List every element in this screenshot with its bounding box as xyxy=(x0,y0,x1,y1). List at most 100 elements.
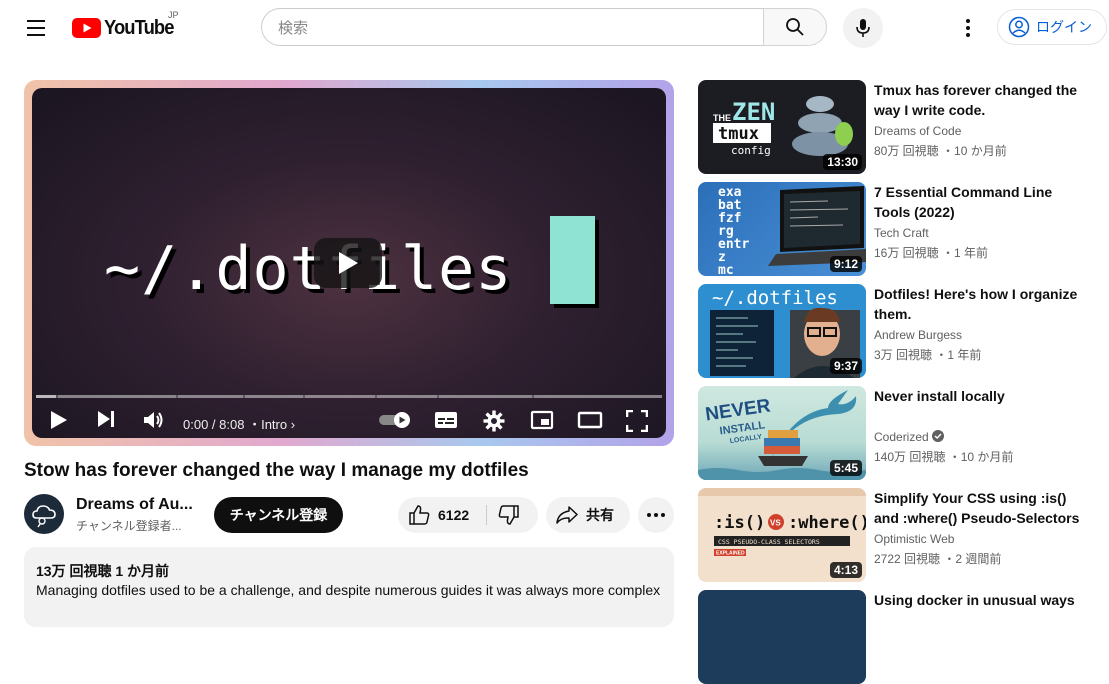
microphone-icon xyxy=(856,19,870,37)
play-button[interactable] xyxy=(50,410,68,430)
volume-button[interactable] xyxy=(143,410,165,430)
related-title[interactable]: Dotfiles! Here's how I organize them. xyxy=(874,284,1084,324)
duration-badge: 9:37 xyxy=(829,358,862,374)
player-controls: 0:00 / 8:08 ・Intro › xyxy=(36,404,662,440)
video-thumbnail[interactable]: ~/.dotfiles 9:37 xyxy=(698,284,866,378)
video-player[interactable]: ~/.dotfiles xyxy=(32,88,666,438)
video-overlay-text: ~/.dotfiles xyxy=(104,234,513,304)
related-meta: 140万 回視聴 ・10 か月前 xyxy=(874,450,1014,464)
thumb-text: CSS PSEUDO-CLASS SELECTORS xyxy=(718,538,820,546)
related-video[interactable]: NEVER INSTALL LOCALLY 5:45 Never install… xyxy=(698,386,1098,480)
search-input[interactable]: 検索 xyxy=(261,8,763,46)
description-box[interactable]: 13万 回視聴 1 か月前 Managing dotfiles used to … xyxy=(24,547,674,627)
svg-text:mc: mc xyxy=(718,263,734,276)
related-channel-name[interactable]: Coderized xyxy=(874,430,929,444)
related-title[interactable]: Tmux has forever changed the way I write… xyxy=(874,80,1084,120)
related-title[interactable]: Simplify Your CSS using :is() and :where… xyxy=(874,488,1084,528)
verified-badge-icon xyxy=(932,430,945,442)
subtitles-icon xyxy=(435,412,457,428)
related-title[interactable]: 7 Essential Command Line Tools (2022) xyxy=(874,182,1084,222)
thumb-text: config xyxy=(731,144,771,157)
share-icon xyxy=(556,506,578,524)
login-button[interactable]: ログイン xyxy=(997,9,1107,45)
chapter-label[interactable]: ・Intro xyxy=(248,417,287,432)
view-stats: 13万 回視聴 1 か月前 xyxy=(36,563,170,579)
miniplayer-icon xyxy=(530,410,554,430)
settings-button[interactable] xyxy=(483,410,505,432)
related-video[interactable]: ~/.dotfiles 9:37 Dotfiles! Here's how I … xyxy=(698,284,1098,378)
related-video[interactable]: Using docker in unusual ways xyxy=(698,590,1098,684)
theater-mode-icon xyxy=(577,411,603,429)
center-play-button[interactable] xyxy=(314,238,382,288)
share-button[interactable]: 共有 xyxy=(546,497,630,533)
autoplay-toggle[interactable] xyxy=(378,410,412,430)
thumb-text: :is() xyxy=(714,513,765,533)
fullscreen-button[interactable] xyxy=(626,410,648,432)
youtube-logo[interactable]: YouTube JP xyxy=(72,10,180,40)
duration-badge: 13:30 xyxy=(823,154,862,170)
related-channel[interactable]: Andrew Burgess xyxy=(874,328,962,342)
related-channel[interactable]: Dreams of Code xyxy=(874,124,961,138)
related-video[interactable]: :is() VS :where() CSS PSEUDO-CLASS SELEC… xyxy=(698,488,1098,582)
thumb-text: :where() xyxy=(788,513,866,533)
video-thumbnail[interactable]: exa bat fzf rg entr z mc 9:12 xyxy=(698,182,866,276)
next-button[interactable] xyxy=(97,410,115,428)
video-thumbnail[interactable] xyxy=(698,590,866,684)
duration-badge: 9:12 xyxy=(829,256,862,272)
progress-bar[interactable] xyxy=(36,395,662,398)
captions-button[interactable] xyxy=(434,410,458,430)
related-title[interactable]: Never install locally xyxy=(874,386,1084,406)
thumb-text: THE xyxy=(713,113,731,123)
chevron-right-icon[interactable]: › xyxy=(291,417,295,432)
channel-logo-icon xyxy=(32,505,56,528)
logo-wordmark: YouTube xyxy=(104,16,174,39)
volume-icon xyxy=(144,412,163,428)
share-label: 共有 xyxy=(586,507,614,523)
search-button[interactable] xyxy=(763,8,827,46)
related-video[interactable]: exa bat fzf rg entr z mc 9:12 7 Essential Comm… xyxy=(698,182,1098,276)
related-meta: 16万 回視聴 ・1 年前 xyxy=(874,246,989,260)
thumb-text: ~/.dotfiles xyxy=(712,287,838,309)
related-channel[interactable]: Tech Craft xyxy=(874,226,929,240)
thumb-text: ZEN xyxy=(732,98,775,126)
menu-icon[interactable] xyxy=(20,12,52,44)
channel-avatar[interactable] xyxy=(24,494,64,534)
miniplayer-button[interactable] xyxy=(530,410,554,430)
description-text: Managing dotfiles used to be a challenge… xyxy=(36,582,661,598)
subscriber-count: チャンネル登録者... xyxy=(76,519,182,533)
login-label: ログイン xyxy=(1036,19,1092,35)
related-meta: 2722 回視聴 ・2 週間前 xyxy=(874,552,1002,566)
video-thumbnail[interactable]: NEVER INSTALL LOCALLY 5:45 xyxy=(698,386,866,480)
video-thumbnail[interactable]: :is() VS :where() CSS PSEUDO-CLASS SELEC… xyxy=(698,488,866,582)
top-bar: YouTube JP 検索 ログイン xyxy=(0,0,1109,56)
subscribe-button[interactable]: チャンネル登録 xyxy=(214,497,343,533)
channel-name[interactable]: Dreams of Au... xyxy=(76,496,193,514)
video-thumbnail[interactable]: THE ZEN tmux config 13:30 xyxy=(698,80,866,174)
dislike-button[interactable] xyxy=(498,505,520,530)
related-title[interactable]: Using docker in unusual ways xyxy=(874,590,1084,610)
like-divider xyxy=(486,505,487,525)
autoplay-toggle-icon xyxy=(379,412,410,428)
duration-badge: 4:13 xyxy=(829,562,862,578)
account-icon xyxy=(1008,16,1030,38)
duration-badge: 5:45 xyxy=(829,460,862,476)
like-button[interactable] xyxy=(408,505,430,530)
video-title: Stow has forever changed the way I manag… xyxy=(24,460,529,481)
theater-mode-button[interactable] xyxy=(577,410,603,430)
next-track-icon xyxy=(98,411,114,427)
related-video[interactable]: THE ZEN tmux config 13:30 Tmux has forev… xyxy=(698,80,1098,174)
thumb-text: EXPLAINED xyxy=(716,551,745,557)
related-channel[interactable]: Optimistic Web xyxy=(874,532,954,546)
like-count: 6122 xyxy=(438,507,470,523)
region-code: JP xyxy=(168,10,179,20)
thumb-text: VS xyxy=(770,519,781,528)
gear-icon xyxy=(483,410,505,432)
more-actions-icon[interactable] xyxy=(638,497,674,533)
search-icon xyxy=(786,18,804,36)
related-channel[interactable]: Coderized xyxy=(874,430,945,444)
thumbs-up-icon xyxy=(409,505,430,525)
thumbs-down-icon xyxy=(498,505,519,525)
voice-search-button[interactable] xyxy=(843,8,883,48)
related-meta: 3万 回視聴 ・1 年前 xyxy=(874,348,982,362)
settings-more-icon[interactable] xyxy=(956,12,980,44)
